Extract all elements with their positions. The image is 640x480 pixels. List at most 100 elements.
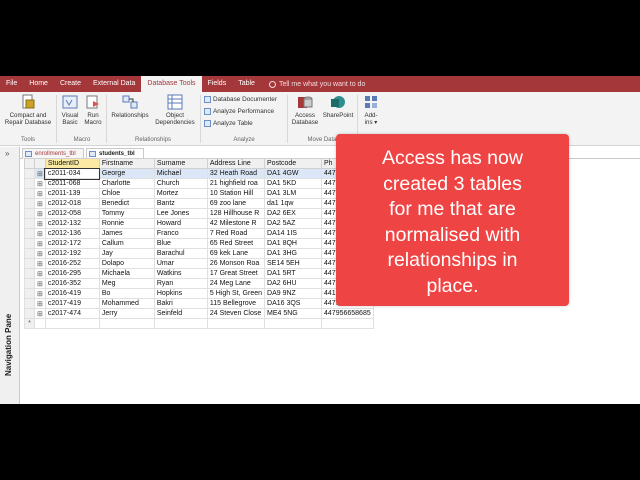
expand-plus-icon[interactable]: ⊞ (34, 238, 46, 249)
table-cell[interactable]: Hopkins (153, 288, 208, 299)
table-cell[interactable]: c2011-068 (44, 178, 100, 189)
table-cell[interactable]: DA1 5KD (264, 178, 323, 189)
table-cell[interactable]: Umar (153, 258, 208, 269)
table-cell[interactable]: DA1 5RT (264, 268, 323, 279)
table-cell[interactable]: Mortez (153, 188, 208, 199)
table-cell[interactable]: 21 highfield roa (206, 178, 266, 189)
table-cell[interactable]: Lee Jones (153, 208, 208, 219)
expand-chevron-icon[interactable]: » (5, 149, 9, 158)
row-selector[interactable] (24, 288, 35, 299)
table-row[interactable]: ⊞ c2017-474 Jerry Seinfeld 24 Steven Close ME… (24, 308, 375, 319)
table-cell[interactable]: c2017-419 (44, 298, 100, 309)
analyze-performance-button[interactable]: Analyze Performance (204, 108, 274, 115)
table-cell[interactable]: DA1 8QH (264, 238, 323, 249)
table-cell[interactable]: 69 zoo lane (206, 198, 266, 209)
table-cell[interactable]: Watkins (153, 268, 208, 279)
expand-plus-icon[interactable]: ⊞ (34, 228, 46, 239)
column-header[interactable]: StudentID (44, 158, 100, 169)
column-header[interactable]: Address Line (206, 158, 266, 169)
table-cell[interactable]: Tommy (98, 208, 155, 219)
new-record-row[interactable]: * (24, 318, 375, 329)
table-cell[interactable]: SE14 5EH (264, 258, 323, 269)
table-cell[interactable]: c2012-192 (44, 248, 100, 259)
table-cell[interactable]: Benedict (98, 198, 155, 209)
table-cell[interactable]: c2012-132 (44, 218, 100, 229)
table-row[interactable]: ⊞ c2011-139 Chloe Mortez 10 Station Hill DA1 … (24, 188, 375, 199)
table-row[interactable]: ⊞ c2011-034 George Michael 32 Heath Road DA1 … (24, 167, 375, 180)
table-cell[interactable]: 42 Milestone R (206, 218, 266, 229)
table-cell[interactable]: Howard (153, 218, 208, 229)
object-dependencies-button[interactable]: Object Dependencies (152, 94, 198, 126)
table-row[interactable]: ⊞ c2012-172 Callum Blue 65 Red Street DA1 8QH… (24, 238, 375, 249)
table-cell[interactable]: c2011-034 (44, 167, 101, 180)
row-selector[interactable] (24, 178, 35, 189)
row-selector[interactable] (24, 308, 35, 319)
expand-plus-icon[interactable]: ⊞ (34, 268, 46, 279)
table-cell[interactable]: Michaela (98, 268, 155, 279)
expand-plus-icon[interactable]: ⊞ (34, 178, 46, 189)
table-cell[interactable]: Barachul (153, 248, 208, 259)
row-selector[interactable] (24, 218, 35, 229)
table-cell[interactable]: c2012-172 (44, 238, 100, 249)
table-cell[interactable]: 10 Station Hill (206, 188, 266, 199)
tab-create[interactable]: Create (54, 76, 87, 92)
table-row[interactable]: ⊞ c2012-192 Jay Barachul 69 kek Lane DA1 3HG 4… (24, 248, 375, 259)
table-cell[interactable]: DA2 6HU (264, 278, 323, 289)
analyze-table-button[interactable]: Analyze Table (204, 120, 253, 127)
table-cell[interactable]: Chloe (98, 188, 155, 199)
table-cell[interactable]: Callum (98, 238, 155, 249)
table-cell[interactable]: 17 Great Street (206, 268, 266, 279)
expand-plus-icon[interactable]: ⊞ (34, 168, 46, 179)
table-cell[interactable]: 128 Hillhouse R (206, 208, 266, 219)
table-cell[interactable]: Ryan (153, 278, 208, 289)
row-selector[interactable] (24, 278, 35, 289)
row-selector[interactable] (24, 258, 35, 269)
table-cell[interactable]: Bantz (153, 198, 208, 209)
table-cell[interactable]: DA1 4GW (264, 168, 323, 179)
table-cell[interactable]: 115 Bellegrove (206, 298, 266, 309)
table-cell[interactable]: DA14 1IS (264, 228, 323, 239)
table-cell[interactable] (44, 318, 100, 329)
table-cell[interactable]: Blue (153, 238, 208, 249)
table-row[interactable]: ⊞ c2012-058 Tommy Lee Jones 128 Hillhouse RD… (24, 208, 375, 219)
table-row[interactable]: ⊞ c2016-252 Dolapo Umar 26 Monson Roa SE14 5E… (24, 258, 375, 269)
table-cell[interactable]: 7 Red Road (206, 228, 266, 239)
tab-table[interactable]: Table (232, 76, 261, 92)
table-cell[interactable]: 5 High St, Green (206, 288, 266, 299)
table-cell[interactable]: Meg (98, 278, 155, 289)
row-selector[interactable] (24, 298, 35, 309)
expand-plus-icon[interactable]: ⊞ (34, 248, 46, 259)
table-cell[interactable] (98, 318, 155, 329)
table-row[interactable]: ⊞ c2016-295 Michaela Watkins 17 Great Street… (24, 268, 375, 279)
row-selector[interactable] (24, 208, 35, 219)
expand-plus-icon[interactable]: ⊞ (34, 188, 46, 199)
table-cell[interactable]: da1 1qw (264, 198, 323, 209)
table-cell[interactable] (264, 318, 323, 329)
access-database-button[interactable]: Access Database (289, 94, 321, 126)
table-cell[interactable]: 65 Red Street (206, 238, 266, 249)
tab-fields[interactable]: Fields (202, 76, 233, 92)
expand-plus-icon[interactable]: ⊞ (34, 308, 46, 319)
expand-plus-icon[interactable]: ⊞ (34, 208, 46, 219)
table-row[interactable]: ⊞ c2012-018 Benedict Bantz 69 zoo lane da1 1q… (24, 198, 375, 209)
column-header[interactable]: Postcode (264, 158, 323, 169)
expand-plus-icon[interactable]: ⊞ (34, 298, 46, 309)
table-cell[interactable]: Jerry (98, 308, 155, 319)
table-cell[interactable]: 24 Steven Close (206, 308, 266, 319)
table-cell[interactable]: DA1 3LM (264, 188, 323, 199)
expand-plus-icon[interactable]: ⊞ (34, 218, 46, 229)
table-cell[interactable]: c2016-419 (44, 288, 100, 299)
database-documenter-button[interactable]: Database Documenter (204, 96, 277, 103)
table-cell[interactable]: Seinfeld (153, 308, 208, 319)
table-cell[interactable]: c2016-295 (44, 268, 100, 279)
row-selector[interactable] (24, 168, 35, 179)
table-cell[interactable]: c2017-474 (44, 308, 100, 319)
row-selector[interactable] (24, 248, 35, 259)
table-cell[interactable]: ME4 5NG (264, 308, 323, 319)
table-cell[interactable] (34, 318, 46, 329)
visual-basic-button[interactable]: Visual Basic (58, 94, 82, 126)
table-cell[interactable]: Franco (153, 228, 208, 239)
table-cell[interactable]: DA2 6EX (264, 208, 323, 219)
table-cell[interactable]: Mohammed (98, 298, 155, 309)
table-cell[interactable]: Bakri (153, 298, 208, 309)
